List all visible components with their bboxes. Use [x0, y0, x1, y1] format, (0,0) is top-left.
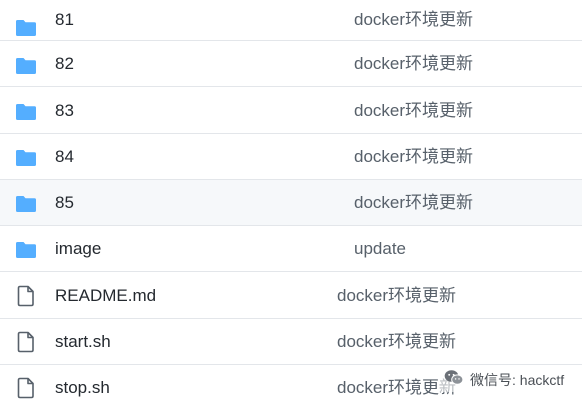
list-item[interactable]: 82 docker环境更新: [0, 41, 582, 87]
commit-message[interactable]: docker环境更新: [337, 378, 456, 398]
watermark: 微信号: hackctf: [440, 368, 569, 392]
item-name[interactable]: 85: [55, 193, 74, 213]
folder-icon: [15, 102, 37, 122]
commit-message[interactable]: docker环境更新: [354, 54, 473, 74]
watermark-text: 微信号: hackctf: [470, 372, 565, 388]
item-name[interactable]: start.sh: [55, 332, 111, 352]
item-name[interactable]: 82: [55, 54, 74, 74]
list-item[interactable]: image update: [0, 226, 582, 272]
list-item[interactable]: 83 docker环境更新: [0, 87, 582, 134]
commit-message[interactable]: docker环境更新: [337, 332, 456, 352]
commit-message[interactable]: docker环境更新: [354, 193, 473, 213]
folder-icon: [15, 148, 37, 168]
folder-icon: [15, 194, 37, 214]
commit-message[interactable]: docker环境更新: [354, 10, 473, 30]
commit-message[interactable]: docker环境更新: [354, 147, 473, 167]
file-list: 81 docker环境更新 82 docker环境更新 83 docker环境更…: [0, 0, 582, 407]
list-item[interactable]: 84 docker环境更新: [0, 134, 582, 180]
folder-icon: [15, 56, 37, 76]
wechat-icon: [444, 369, 464, 391]
item-name[interactable]: 84: [55, 147, 74, 167]
list-item[interactable]: start.sh docker环境更新: [0, 319, 582, 365]
list-item[interactable]: README.md docker环境更新: [0, 272, 582, 319]
item-name[interactable]: 83: [55, 101, 74, 121]
folder-icon: [15, 240, 37, 260]
item-name[interactable]: 81: [55, 10, 74, 30]
list-item[interactable]: 85 docker环境更新: [0, 180, 582, 226]
commit-message[interactable]: update: [354, 239, 406, 259]
item-name[interactable]: stop.sh: [55, 378, 110, 398]
commit-message[interactable]: docker环境更新: [354, 101, 473, 121]
commit-message[interactable]: docker环境更新: [337, 286, 456, 306]
item-name[interactable]: image: [55, 239, 101, 259]
list-item[interactable]: 81 docker环境更新: [0, 0, 582, 41]
item-name[interactable]: README.md: [55, 286, 156, 306]
file-icon: [16, 285, 36, 307]
folder-icon: [15, 18, 37, 38]
file-icon: [16, 331, 36, 353]
file-icon: [16, 377, 36, 399]
